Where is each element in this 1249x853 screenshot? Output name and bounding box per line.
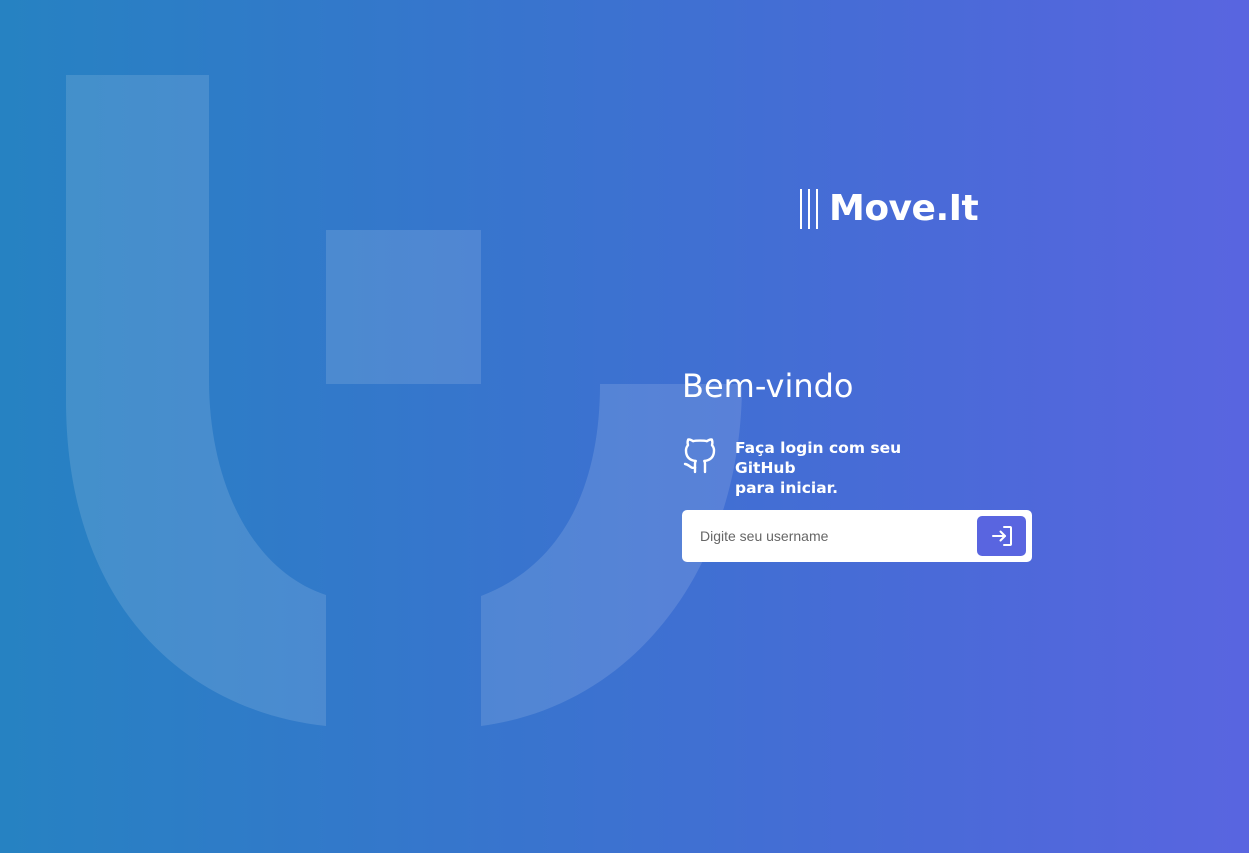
github-hint-line-2: para iniciar.: [735, 479, 838, 497]
username-input[interactable]: [698, 515, 977, 557]
brand-logo: Move.It: [800, 186, 979, 232]
login-submit-button[interactable]: [977, 516, 1026, 556]
triple-bar-icon: [800, 189, 818, 229]
github-icon: [683, 438, 716, 474]
sign-in-arrow-icon: [991, 526, 1012, 546]
welcome-heading: Bem-vindo: [682, 367, 854, 405]
background-logo-watermark: [66, 75, 742, 726]
brand-name: Move.It: [829, 188, 979, 229]
github-hint-text: Faça login com seu GitHub para iniciar.: [735, 436, 965, 498]
github-login-hint: Faça login com seu GitHub para iniciar.: [683, 436, 965, 498]
github-hint-line-1: Faça login com seu GitHub: [735, 439, 902, 477]
login-form: [682, 510, 1032, 562]
